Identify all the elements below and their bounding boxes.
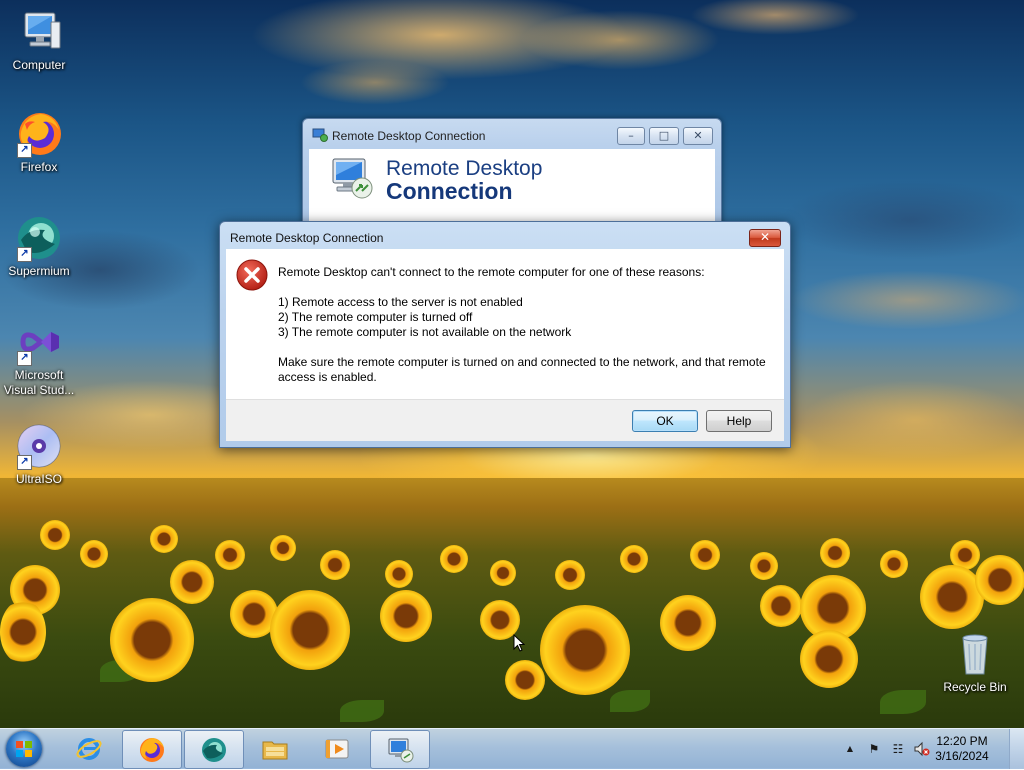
firefox-icon: ↗ [15, 110, 63, 158]
supermium-icon [200, 736, 228, 764]
remote-desktop-icon [312, 128, 328, 142]
start-button[interactable] [6, 731, 42, 767]
desktop-icon-label: Recycle Bin [943, 680, 1007, 694]
maximize-button[interactable]: □ [649, 127, 679, 145]
desktop-icon-label: Firefox [20, 160, 58, 174]
computer-icon [15, 8, 63, 56]
advice-text-line1: Make sure the remote computer is turned … [278, 355, 766, 369]
error-dialog[interactable]: Remote Desktop Connection ✕ Remote Deskt… [219, 221, 791, 448]
taskbar-item-file-explorer[interactable] [246, 730, 304, 767]
remote-desktop-icon [386, 736, 414, 764]
action-center-flag-icon[interactable]: ⚑ [866, 741, 882, 757]
dialog-button-bar: OK Help [226, 399, 784, 441]
ok-button[interactable]: OK [632, 410, 698, 432]
supermium-icon: ↗ [15, 214, 63, 262]
error-icon [236, 259, 268, 291]
visual-studio-icon: ↗ [15, 318, 63, 366]
taskbar-item-supermium[interactable] [184, 730, 244, 769]
desktop-icon-label: UltraISO [15, 472, 62, 486]
desktop-icon-recycle-bin[interactable]: Recycle Bin [936, 630, 1014, 695]
rdc-window-title: Remote Desktop Connection [332, 129, 486, 143]
show-hidden-icons-icon[interactable]: ▲ [842, 741, 858, 757]
dialog-body: Remote Desktop can't connect to the remo… [226, 249, 784, 399]
reason-item: 1) Remote access to the server is not en… [278, 295, 523, 309]
clock-time: 12:20 PM [936, 734, 988, 748]
taskbar-clock[interactable]: 12:20 PM 3/16/2024 [926, 734, 998, 764]
shortcut-arrow-icon: ↗ [17, 143, 32, 158]
rdc-brand-line2: Connection [386, 178, 513, 204]
mouse-cursor-icon [513, 633, 526, 652]
file-explorer-icon [261, 735, 289, 763]
dialog-close-button[interactable]: ✕ [749, 229, 781, 247]
reason-item: 2) The remote computer is turned off [278, 310, 473, 324]
recycle-bin-icon [951, 630, 999, 678]
media-player-icon [323, 735, 351, 763]
rdc-titlebar[interactable]: Remote Desktop Connection – □ ✕ [303, 119, 721, 149]
desktop-icon-firefox[interactable]: ↗ Firefox [0, 110, 78, 175]
taskbar-item-firefox[interactable] [122, 730, 182, 769]
ultraiso-icon: ↗ [15, 422, 63, 470]
network-icon[interactable]: ☷ [890, 741, 906, 757]
firefox-icon [138, 736, 166, 764]
taskbar-item-remote-desktop[interactable] [370, 730, 430, 769]
desktop-icon-computer[interactable]: Computer [0, 8, 78, 73]
show-desktop-button[interactable] [1009, 729, 1024, 769]
desktop-icon-supermium[interactable]: ↗ Supermium [0, 214, 78, 279]
shortcut-arrow-icon: ↗ [17, 455, 32, 470]
desktop-icon-label: Computer [12, 58, 66, 72]
taskbar-item-media-player[interactable] [308, 730, 366, 767]
taskbar: ▲ ⚑ ☷ 12:20 PM 3/16/2024 [0, 728, 1024, 769]
desktop-icon-label: Supermium [8, 264, 70, 278]
rdc-main-window[interactable]: Remote Desktop Connection – □ ✕ Remote D… [302, 118, 722, 230]
remote-desktop-logo-icon [329, 155, 375, 201]
rdc-banner: Remote Desktop Connection [309, 149, 715, 221]
desktop-icon-visual-studio[interactable]: ↗ Microsoft Visual Stud... [0, 318, 78, 398]
shortcut-arrow-icon: ↗ [17, 351, 32, 366]
shortcut-arrow-icon: ↗ [17, 247, 32, 262]
internet-explorer-icon [75, 735, 103, 763]
desktop-icon-label: Microsoft Visual Stud... [3, 368, 75, 397]
desktop-icon-ultraiso[interactable]: ↗ UltraISO [0, 422, 78, 487]
windows-logo-icon [16, 741, 32, 757]
minimize-button[interactable]: – [617, 127, 645, 145]
taskbar-item-internet-explorer[interactable] [60, 730, 118, 767]
help-button[interactable]: Help [706, 410, 772, 432]
reason-item: 3) The remote computer is not available … [278, 325, 572, 339]
close-button[interactable]: ✕ [683, 127, 713, 145]
error-message: Remote Desktop can't connect to the remo… [278, 265, 705, 279]
clock-date: 3/16/2024 [935, 749, 989, 763]
advice-text-line2: access is enabled. [278, 370, 377, 384]
dialog-title: Remote Desktop Connection [230, 231, 384, 245]
